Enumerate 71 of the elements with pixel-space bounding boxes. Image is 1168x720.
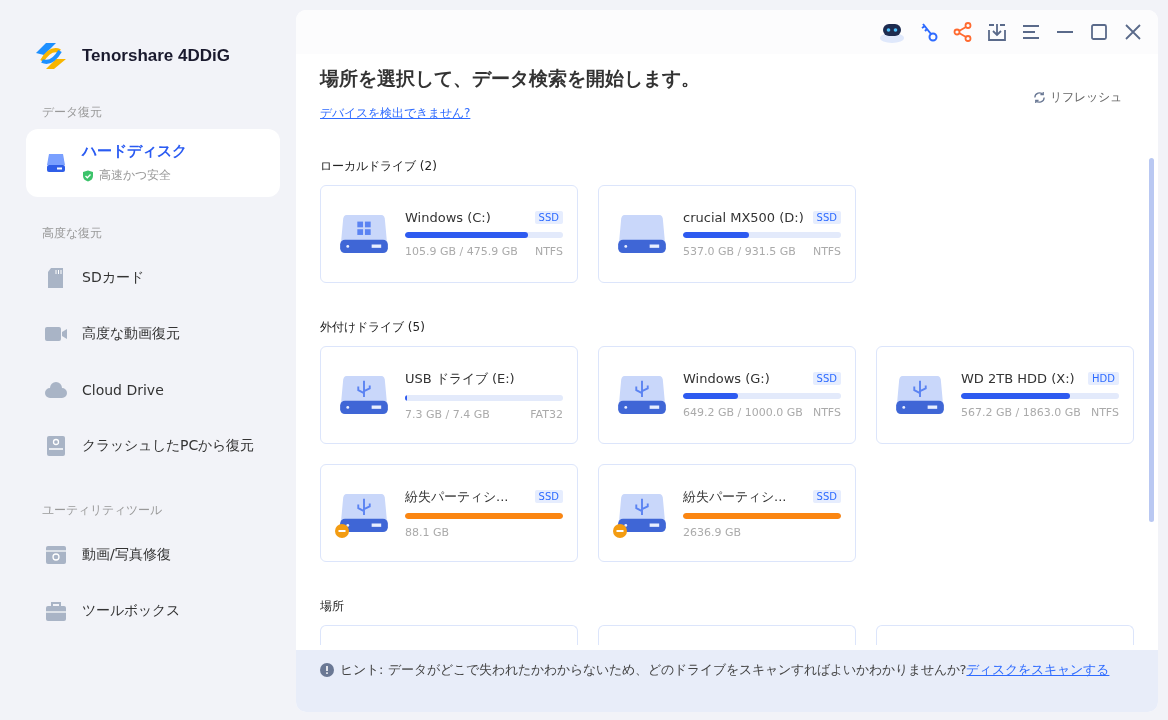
drive-group-label: 場所 bbox=[320, 598, 345, 615]
sidebar-section-label: 高度な復元 bbox=[42, 225, 103, 242]
drive-card[interactable]: 紛失パーティシ... SSD 2636.9 GB bbox=[598, 464, 856, 562]
usb-drive-icon bbox=[337, 374, 391, 416]
drive-card[interactable]: crucial MX500 (D:) SSD 537.0 GB / 931.5 GB NTFS bbox=[598, 185, 856, 283]
drive-type-tag: SSD bbox=[812, 490, 841, 503]
drive-usage: 105.9 GB / 475.9 GB bbox=[405, 245, 518, 258]
drive-icon bbox=[615, 213, 669, 255]
drive-name: 紛失パーティシ... bbox=[405, 487, 509, 506]
sidebar-item[interactable]: SDカード bbox=[26, 250, 280, 306]
drive-type-tag: HDD bbox=[1088, 372, 1119, 385]
drive-usage: 567.2 GB / 1863.0 GB bbox=[961, 406, 1081, 419]
maximize-icon[interactable] bbox=[1088, 21, 1110, 43]
usb-drive-icon bbox=[337, 492, 391, 534]
drive-card[interactable]: WD 2TB HDD (X:) HDD 567.2 GB / 1863.0 GB NTFS bbox=[876, 346, 1134, 444]
scan-disk-link[interactable]: ディスクをスキャンする bbox=[966, 662, 1110, 677]
drive-card[interactable]: 紛失パーティシ... SSD 88.1 GB bbox=[320, 464, 578, 562]
drive-group-label: 外付けドライブ (5) bbox=[320, 319, 426, 336]
drive-name: Windows (C:) bbox=[405, 210, 491, 225]
drive-usage: 649.2 GB / 1000.0 GB bbox=[683, 406, 803, 419]
app-logo-icon bbox=[34, 41, 68, 71]
file-system: NTFS bbox=[812, 406, 841, 419]
drive-usage: 88.1 GB bbox=[405, 525, 450, 539]
download-icon[interactable] bbox=[986, 21, 1008, 43]
drive-usage: 2636.9 GB bbox=[683, 525, 742, 539]
sidebar-item[interactable]: クラッシュしたPCから復元 bbox=[26, 418, 280, 474]
sidebar-item[interactable]: ツールボックス bbox=[26, 583, 280, 639]
sidebar-item[interactable]: Cloud Drive bbox=[26, 362, 280, 418]
hint-text: ヒント: データがどこで失われたかわからないため、どのドライブをスキャンすればよいかわかりませんか?ディスクをスキャンする bbox=[340, 661, 1110, 679]
sidebar-item[interactable]: ハードディスク 高速かつ安全 bbox=[26, 129, 280, 197]
drive-usage: 537.0 GB / 931.5 GB bbox=[683, 245, 796, 258]
app-name: Tenorshare 4DDiG bbox=[82, 46, 230, 66]
drive-card[interactable]: USB ドライブ (E:) 7.3 GB / 7.4 GB FAT32 bbox=[320, 346, 578, 444]
drive-card[interactable]: Windows (C:) SSD 105.9 GB / 475.9 GB NTFS bbox=[320, 185, 578, 283]
drive-type-tag: SSD bbox=[812, 372, 841, 385]
refresh-button[interactable]: リフレッシュ bbox=[1027, 88, 1128, 107]
sidebar-section-label: データ復元 bbox=[42, 104, 103, 121]
photo-repair-icon bbox=[44, 543, 68, 567]
drive-name: crucial MX500 (D:) bbox=[683, 210, 804, 225]
drive-group-label: ローカルドライブ (2) bbox=[320, 158, 438, 175]
usb-drive-icon bbox=[615, 492, 669, 534]
drive-usage: 7.3 GB / 7.4 GB bbox=[405, 407, 490, 421]
file-system: FAT32 bbox=[530, 407, 563, 421]
file-system: NTFS bbox=[812, 245, 841, 258]
drive-type-tag: SSD bbox=[812, 211, 841, 224]
share-icon[interactable] bbox=[952, 21, 974, 43]
file-system: NTFS bbox=[1090, 406, 1119, 419]
hard-disk-icon bbox=[44, 151, 68, 175]
drive-type-tag: SSD bbox=[534, 211, 563, 224]
page-title: 場所を選択して、データ検索を開始します。 bbox=[320, 66, 700, 91]
usb-drive-icon bbox=[615, 374, 669, 416]
sidebar-item[interactable]: 高度な動画復元 bbox=[26, 306, 280, 362]
drive-name: 紛失パーティシ... bbox=[683, 487, 787, 506]
drive-name: WD 2TB HDD (X:) bbox=[961, 371, 1075, 386]
drive-name: Windows (G:) bbox=[683, 371, 770, 386]
windows-drive-icon bbox=[337, 213, 391, 255]
drive-card[interactable]: Windows (G:) SSD 649.2 GB / 1000.0 GB NTFS bbox=[598, 346, 856, 444]
info-icon bbox=[320, 663, 334, 677]
toolbox-icon bbox=[44, 599, 68, 623]
sidebar-item[interactable]: 動画/写真修復 bbox=[26, 527, 280, 583]
refresh-icon bbox=[1033, 91, 1046, 104]
sidebar-section-label: ユーティリティツール bbox=[42, 502, 163, 519]
drive-name: USB ドライブ (E:) bbox=[405, 369, 515, 388]
help-link[interactable]: デバイスを検出できません? bbox=[320, 106, 471, 120]
usb-drive-icon bbox=[893, 374, 947, 416]
pc-tower-icon bbox=[44, 434, 68, 458]
shield-check-icon bbox=[82, 169, 94, 182]
drive-type-tag: SSD bbox=[534, 490, 563, 503]
sidebar-item-subtitle: 高速かつ安全 bbox=[99, 167, 171, 184]
scrollbar-thumb[interactable] bbox=[1149, 158, 1154, 522]
file-system: NTFS bbox=[534, 245, 563, 258]
